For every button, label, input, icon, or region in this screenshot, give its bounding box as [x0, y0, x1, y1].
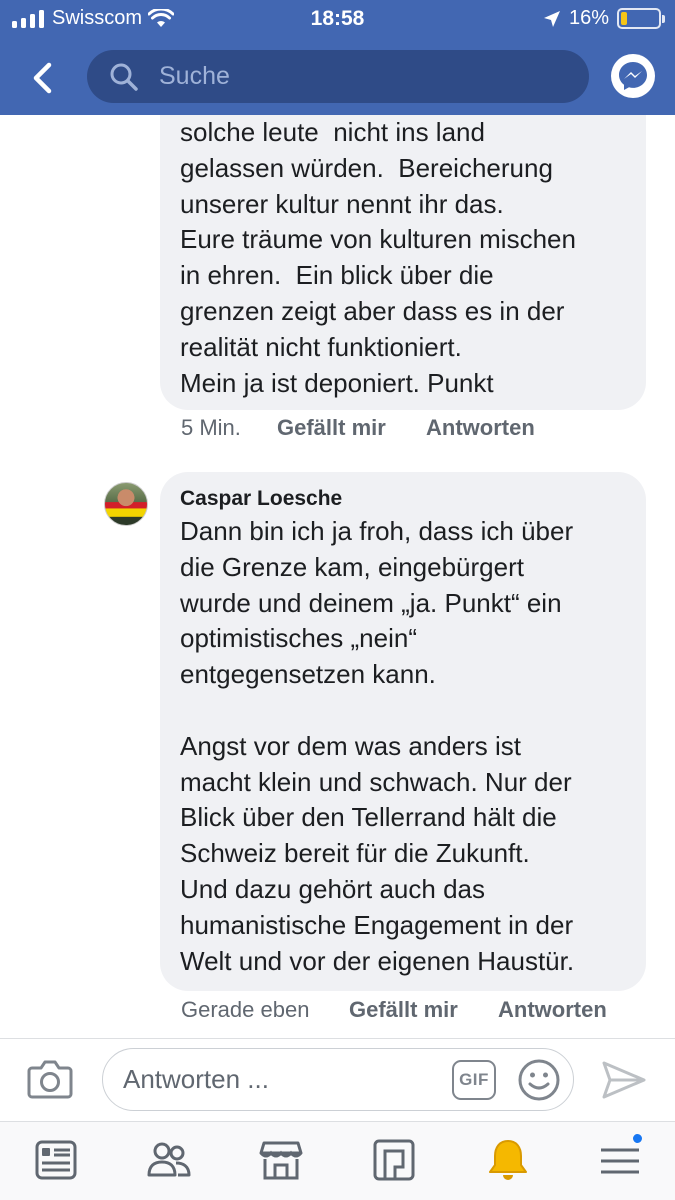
tab-news-feed[interactable]	[32, 1136, 80, 1184]
comment-bubble: Caspar Loesche Dann bin ich ja froh, das…	[160, 472, 646, 991]
battery-icon	[617, 8, 665, 29]
back-chevron-icon	[33, 62, 52, 94]
battery-percent: 16%	[568, 7, 609, 29]
friends-icon	[147, 1142, 191, 1177]
comment-time: 5 Min.	[181, 415, 241, 440]
emoji-icon[interactable]	[517, 1058, 561, 1102]
comment-text: solche leute nicht ins land gelassen wür…	[180, 117, 576, 398]
app-header: Swisscom 18:58 16%	[0, 0, 675, 115]
avatar[interactable]	[104, 482, 148, 526]
tab-notifications[interactable]	[484, 1136, 532, 1184]
back-button[interactable]	[20, 56, 64, 100]
comment-actions: 5 Min. Gefällt mir Antworten	[181, 415, 535, 441]
news-feed-icon	[35, 1140, 77, 1180]
messenger-button[interactable]	[611, 54, 655, 98]
marketplace-icon	[259, 1141, 303, 1180]
like-button[interactable]: Gefällt mir	[277, 415, 426, 441]
comment-time: Gerade eben	[181, 997, 310, 1022]
messenger-icon	[619, 62, 647, 90]
tab-friends[interactable]	[145, 1136, 193, 1184]
location-arrow-icon	[543, 10, 560, 27]
status-right: 16%	[543, 7, 665, 30]
battery-fill	[621, 12, 627, 25]
reply-button[interactable]: Antworten	[426, 415, 535, 441]
send-icon[interactable]	[600, 1059, 648, 1101]
search-icon	[110, 63, 138, 91]
bottom-tab-bar	[0, 1121, 675, 1200]
comment-author[interactable]: Caspar Loesche	[180, 484, 626, 514]
search-bar[interactable]	[87, 50, 589, 103]
notification-dot	[631, 1132, 644, 1145]
comment-thread: solche leute nicht ins land gelassen wür…	[0, 115, 675, 1038]
gif-button[interactable]: GIF	[452, 1060, 496, 1100]
search-input[interactable]	[159, 62, 559, 91]
reply-bar: GIF	[0, 1039, 675, 1121]
tab-pages[interactable]	[370, 1136, 418, 1184]
reply-input-field[interactable]: GIF	[102, 1048, 574, 1111]
comment-text: Dann bin ich ja froh, dass ich über die …	[180, 516, 575, 976]
pages-icon	[373, 1139, 415, 1181]
comment-bubble: solche leute nicht ins land gelassen wür…	[160, 115, 646, 410]
notifications-bell-icon	[489, 1140, 527, 1180]
like-button[interactable]: Gefällt mir	[349, 997, 498, 1023]
status-bar: Swisscom 18:58 16%	[0, 0, 675, 38]
comment-actions: Gerade eben Gefällt mir Antworten	[181, 997, 607, 1023]
tab-marketplace[interactable]	[257, 1136, 305, 1184]
reply-button[interactable]: Antworten	[498, 997, 607, 1023]
reply-input[interactable]	[123, 1064, 423, 1095]
camera-icon[interactable]	[26, 1057, 74, 1101]
tab-menu[interactable]	[596, 1132, 644, 1184]
